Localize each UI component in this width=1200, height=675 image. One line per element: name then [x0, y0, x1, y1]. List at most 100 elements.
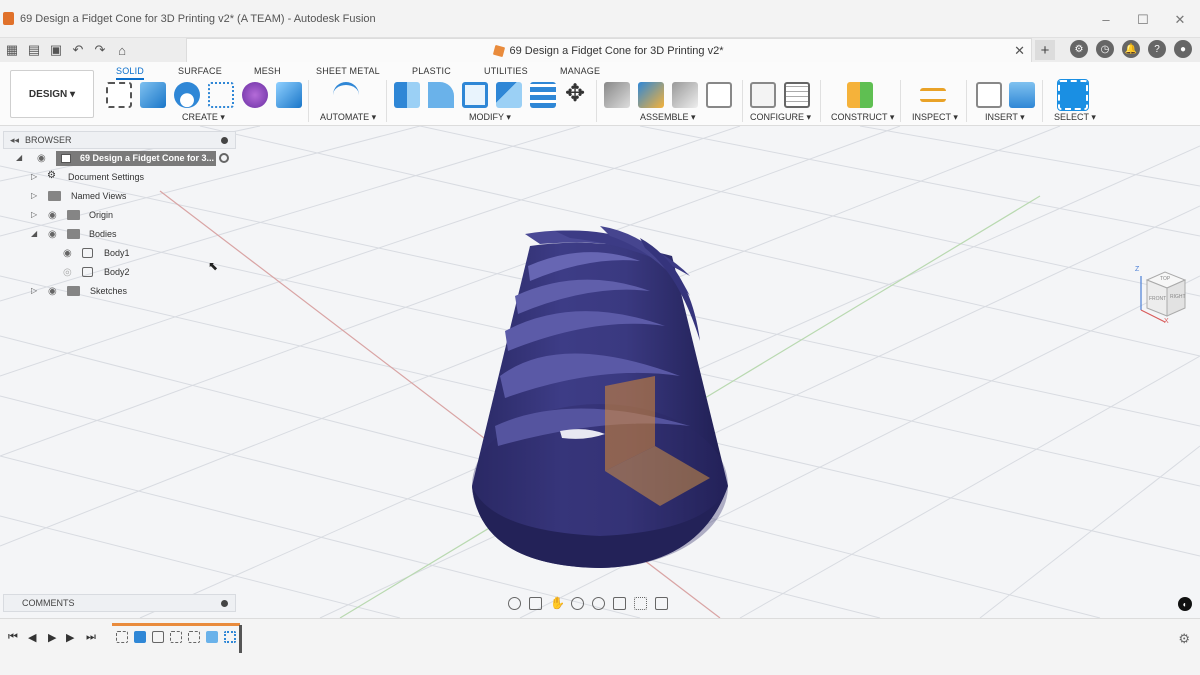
configuration-table-icon[interactable]: [784, 82, 810, 108]
tree-row-document-settings[interactable]: ▷ ⚙ Document Settings: [3, 168, 236, 187]
create-menu[interactable]: CREATE ▾: [182, 112, 225, 123]
tab-manage[interactable]: MANAGE: [560, 66, 600, 76]
select-menu[interactable]: SELECT ▾: [1054, 112, 1096, 123]
visibility-eye-icon[interactable]: ◉: [48, 229, 59, 240]
viewports-icon[interactable]: [655, 596, 668, 610]
orbit-icon[interactable]: [508, 596, 521, 610]
box-icon[interactable]: [276, 82, 302, 108]
save-icon[interactable]: ▣: [46, 41, 66, 59]
insert-derive-icon[interactable]: [976, 82, 1002, 108]
new-tab-button[interactable]: +: [1035, 40, 1055, 60]
close-window-button[interactable]: ✕: [1170, 12, 1190, 28]
help-icon[interactable]: ?: [1148, 40, 1166, 58]
construct-plane-icon[interactable]: [847, 82, 873, 108]
timeline-marker[interactable]: [239, 625, 242, 653]
tab-plastic[interactable]: PLASTIC: [412, 66, 451, 76]
grid-settings-icon[interactable]: [634, 596, 647, 610]
browser-pin-icon[interactable]: [221, 137, 228, 144]
insert-canvas-icon[interactable]: [1009, 82, 1035, 108]
split-body-icon[interactable]: [530, 82, 556, 108]
timeline-sweep-icon[interactable]: [206, 631, 218, 643]
assemble-menu[interactable]: ASSEMBLE ▾: [640, 112, 696, 123]
timeline-sketch-icon[interactable]: [170, 631, 182, 643]
home-icon[interactable]: ⌂: [112, 41, 132, 59]
workspace-switcher-button[interactable]: DESIGN ▾: [10, 70, 94, 118]
tab-solid[interactable]: SOLID: [116, 66, 145, 80]
insert-menu[interactable]: INSERT ▾: [985, 112, 1025, 123]
tree-row-named-views[interactable]: ▷ Named Views: [3, 187, 236, 206]
user-avatar[interactable]: ●: [1174, 40, 1192, 58]
as-built-joint-icon[interactable]: [672, 82, 698, 108]
timeline-settings-gear-icon[interactable]: ⚙: [1178, 631, 1190, 647]
hidden-eye-icon[interactable]: ◎: [63, 267, 74, 278]
automate-menu[interactable]: AUTOMATE ▾: [320, 112, 376, 123]
view-cube[interactable]: TOP FRONT RIGHT Z X: [1135, 266, 1190, 326]
expand-icon[interactable]: ▷: [31, 172, 37, 181]
tab-sheet-metal[interactable]: SHEET METAL: [316, 66, 380, 76]
form-icon[interactable]: [242, 82, 268, 108]
close-tab-button[interactable]: ✕: [1014, 43, 1025, 59]
timeline-sketch-icon[interactable]: [188, 631, 200, 643]
pan-hand-icon[interactable]: ✋: [550, 597, 565, 610]
shell-icon[interactable]: [462, 82, 488, 108]
timeline-sketch-icon[interactable]: [116, 631, 128, 643]
undo-icon[interactable]: ↶: [68, 41, 88, 59]
tree-row-root[interactable]: ◢ ◉ 69 Design a Fidget Cone for 3...: [3, 149, 236, 168]
expand-icon[interactable]: ▷: [31, 210, 37, 219]
minimize-button[interactable]: –: [1096, 12, 1116, 27]
browser-header[interactable]: ◂◂ BROWSER: [3, 131, 236, 149]
document-tab[interactable]: 69 Design a Fidget Cone for 3D Printing …: [186, 38, 1032, 62]
combine-icon[interactable]: [496, 82, 522, 108]
look-at-icon[interactable]: [529, 596, 542, 610]
timeline-feature-icon[interactable]: [224, 631, 236, 643]
timeline-extrude-icon[interactable]: [134, 631, 146, 643]
tab-utilities[interactable]: UTILITIES: [484, 66, 528, 76]
select-icon[interactable]: [1057, 79, 1089, 111]
visibility-eye-icon[interactable]: ◉: [48, 286, 59, 297]
root-component-label[interactable]: 69 Design a Fidget Cone for 3...: [56, 151, 216, 166]
modify-menu[interactable]: MODIFY ▾: [469, 112, 511, 123]
tree-row-sketches[interactable]: ▷ ◉ Sketches: [3, 282, 236, 301]
configure-icon[interactable]: [750, 82, 776, 108]
activate-radio-icon[interactable]: [219, 153, 229, 163]
fidget-cone-model[interactable]: [472, 226, 728, 568]
create-sketch-icon[interactable]: [106, 82, 132, 108]
press-pull-icon[interactable]: [394, 82, 420, 108]
tree-row-bodies[interactable]: ◢ ◉ Bodies: [3, 225, 236, 244]
timeline-sketch-icon[interactable]: [152, 631, 164, 643]
notifications-icon[interactable]: 🔔: [1122, 40, 1140, 58]
collapse-browser-icon[interactable]: ◂◂: [10, 135, 19, 146]
move-icon[interactable]: ✥: [562, 82, 588, 108]
inspect-menu[interactable]: INSPECT ▾: [912, 112, 958, 123]
tab-mesh[interactable]: MESH: [254, 66, 281, 76]
fit-zoom-icon[interactable]: [592, 596, 605, 610]
construct-menu[interactable]: CONSTRUCT ▾: [831, 112, 894, 123]
comments-panel[interactable]: COMMENTS: [3, 594, 236, 612]
timeline-next-button[interactable]: ▶: [66, 631, 74, 644]
expand-icon[interactable]: ▷: [31, 191, 37, 200]
comments-add-icon[interactable]: [221, 600, 228, 607]
capture-icon[interactable]: ◐: [1178, 597, 1192, 611]
visibility-eye-icon[interactable]: ◉: [48, 210, 59, 221]
automate-icon[interactable]: [333, 82, 359, 108]
sweep-icon[interactable]: [208, 82, 234, 108]
tree-row-body1[interactable]: ◉ Body1: [3, 244, 236, 263]
visibility-eye-icon[interactable]: ◉: [37, 153, 48, 164]
tree-row-origin[interactable]: ▷ ◉ Origin: [3, 206, 236, 225]
joint-icon[interactable]: [638, 82, 664, 108]
maximize-button[interactable]: ☐: [1133, 12, 1153, 28]
tree-row-body2[interactable]: ◎ Body2: [3, 263, 236, 282]
file-menu-icon[interactable]: ▤: [24, 41, 44, 59]
expand-icon[interactable]: ▷: [31, 286, 37, 295]
redo-icon[interactable]: ↷: [90, 41, 110, 59]
new-component-icon[interactable]: [604, 82, 630, 108]
timeline-first-button[interactable]: ⏮: [8, 631, 18, 644]
tab-surface[interactable]: SURFACE: [178, 66, 222, 76]
apps-grid-icon[interactable]: ▦: [2, 41, 22, 59]
joint-origin-icon[interactable]: [706, 82, 732, 108]
display-settings-icon[interactable]: [613, 596, 626, 610]
job-status-icon[interactable]: ◷: [1096, 40, 1114, 58]
revolve-icon[interactable]: [174, 82, 200, 108]
timeline-play-button[interactable]: ▶: [48, 631, 56, 644]
configure-menu[interactable]: CONFIGURE ▾: [750, 112, 811, 123]
